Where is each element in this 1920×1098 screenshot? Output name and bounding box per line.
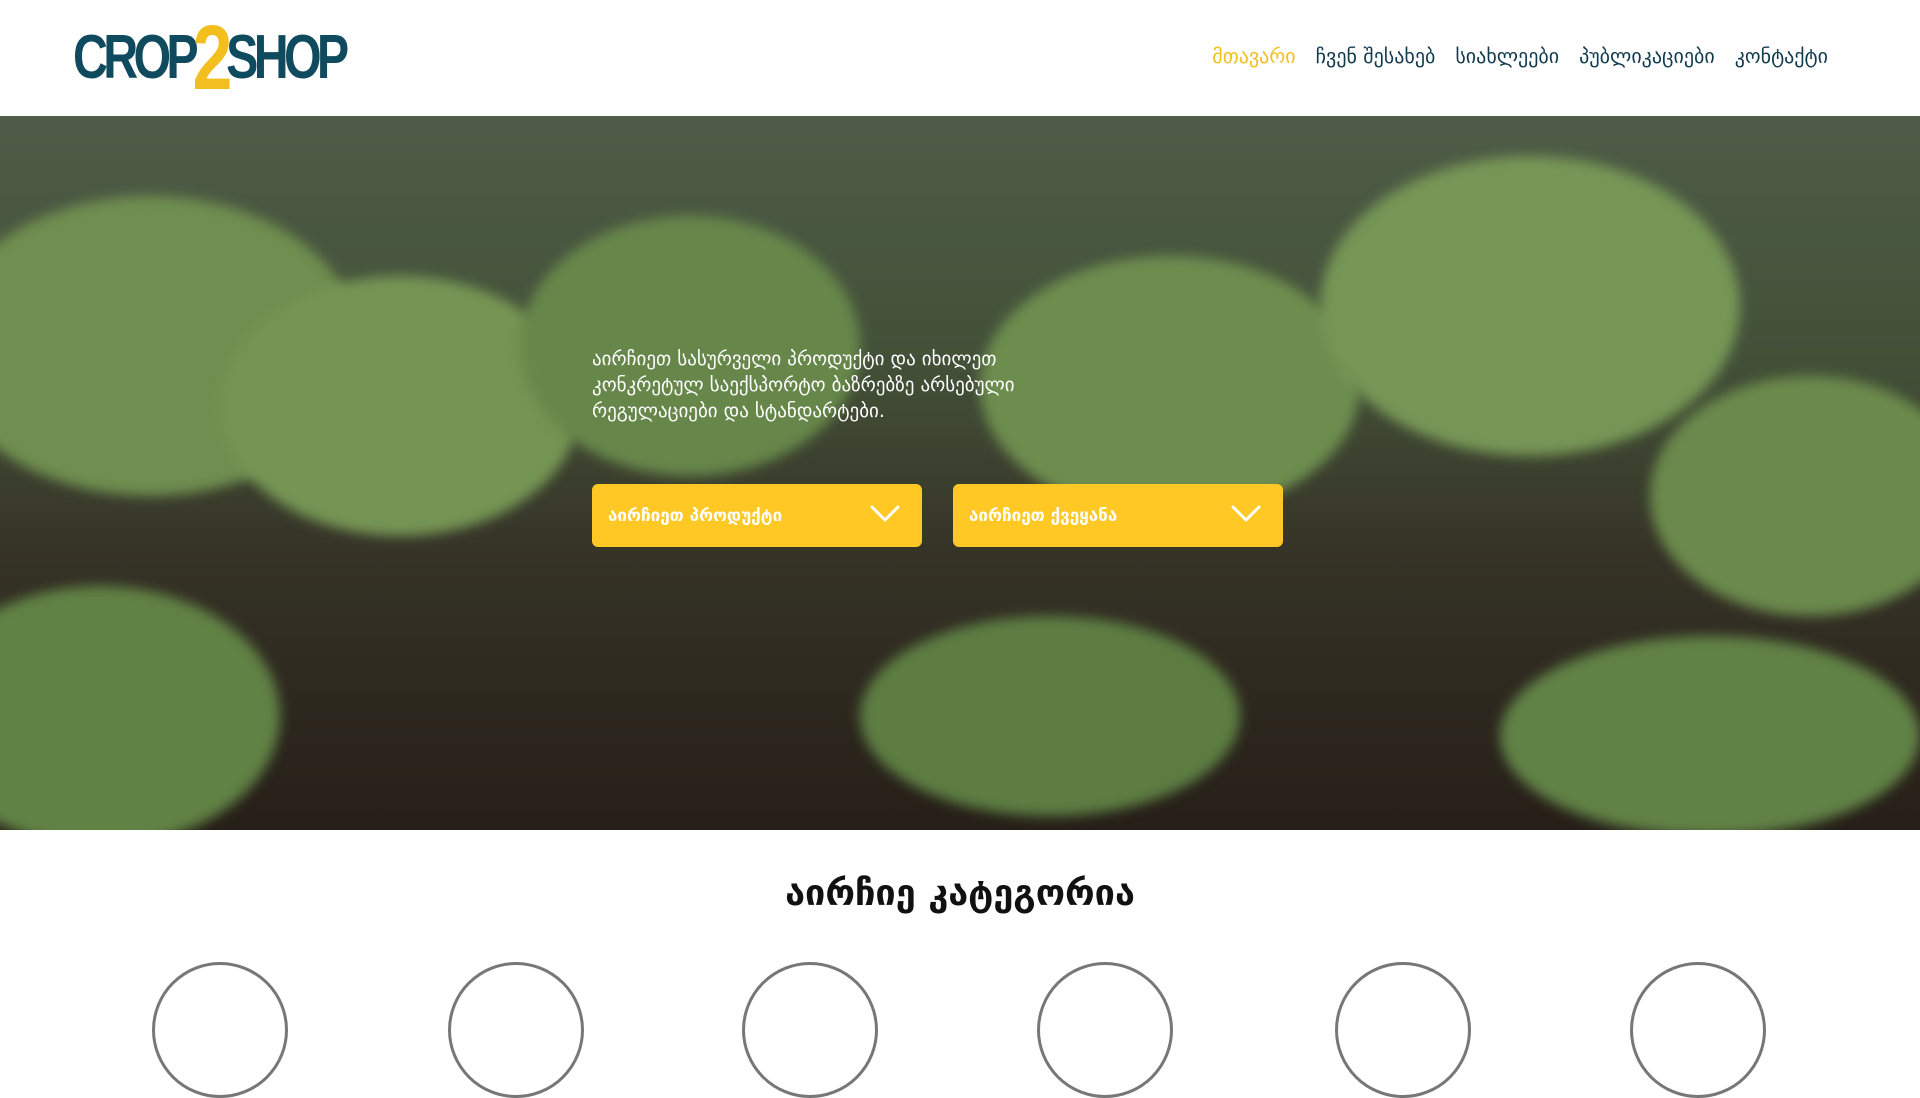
nav-link-news[interactable]: სიახლეები [1455,44,1559,68]
hero-description: აირჩიეთ სასურველი პროდუქტი და იხილეთ კონ… [592,348,1015,422]
country-select-value: აირჩიეთ ქვეყანა [969,505,1118,526]
categories-heading: აირჩიე კატეგორია [785,873,1135,914]
logo-shop-text: SHOP [226,23,349,92]
logo-2-text: 2 [192,7,232,109]
chevron-down-icon [870,505,900,522]
chevron-down-icon [1231,505,1261,522]
nav-link-home[interactable]: მთავარი [1212,44,1295,68]
nav-link-about[interactable]: ჩვენ შესახებ [1316,44,1436,68]
category-circle-1[interactable] [152,962,288,1098]
nav-link-contact[interactable]: კონტაქტი [1735,44,1828,68]
product-select[interactable]: აირჩიეთ პროდუქტი [592,484,922,547]
category-circle-2[interactable] [448,962,584,1098]
main-nav: მთავარი ჩვენ შესახებ სიახლეები პუბლიკაცი… [1212,44,1828,68]
logo-crop-text: CROP [73,23,199,92]
product-select-value: აირჩიეთ პროდუქტი [608,505,783,526]
site-header: CROP 2 SHOP მთავარი ჩვენ შესახებ სიახლეე… [0,0,1920,116]
nav-link-publications[interactable]: პუბლიკაციები [1579,44,1715,68]
category-circle-5[interactable] [1335,962,1471,1098]
crop2shop-logo[interactable]: CROP 2 SHOP [73,7,349,109]
category-circle-4[interactable] [1037,962,1173,1098]
country-select[interactable]: აირჩიეთ ქვეყანა [953,484,1283,547]
category-circle-6[interactable] [1630,962,1766,1098]
hero-banner: აირჩიეთ სასურველი პროდუქტი და იხილეთ კონ… [0,116,1920,830]
category-circle-3[interactable] [742,962,878,1098]
